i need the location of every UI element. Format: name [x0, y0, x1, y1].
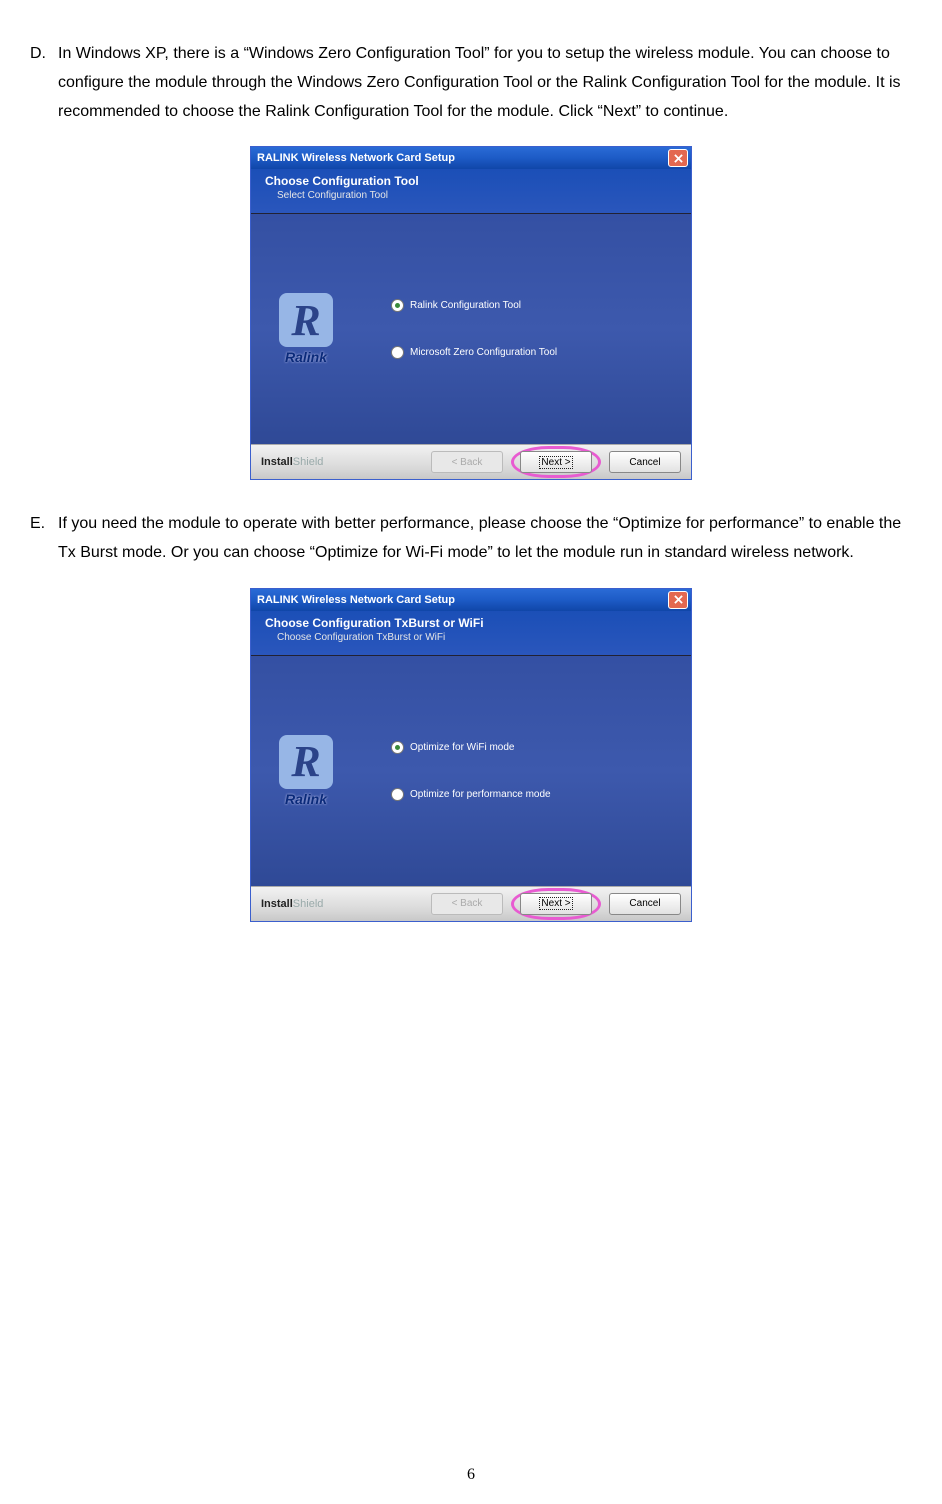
cancel-button[interactable]: Cancel [609, 893, 681, 915]
radio-options: Ralink Configuration Tool Microsoft Zero… [361, 214, 691, 444]
radio-icon[interactable] [391, 346, 404, 359]
radio-label: Microsoft Zero Configuration Tool [410, 347, 557, 358]
radio-options: Optimize for WiFi mode Optimize for perf… [361, 656, 691, 886]
titlebar[interactable]: RALINK Wireless Network Card Setup [251, 147, 691, 169]
radio-icon[interactable] [391, 788, 404, 801]
back-button: < Back [431, 451, 503, 473]
dialog-body: R Ralink Ralink Configuration Tool Micro… [251, 214, 691, 444]
dialog-header-subtitle: Choose Configuration TxBurst or WiFi [277, 632, 681, 643]
window-title: RALINK Wireless Network Card Setup [257, 152, 455, 164]
button-group: < Back Next > Cancel [431, 446, 681, 478]
highlight-annotation: Next > [511, 888, 601, 920]
ralink-logo-icon: R [279, 293, 333, 347]
cancel-button[interactable]: Cancel [609, 451, 681, 473]
brand-text: Ralink [285, 349, 327, 365]
button-group: < Back Next > Cancel [431, 888, 681, 920]
installer-dialog[interactable]: RALINK Wireless Network Card Setup Choos… [250, 588, 692, 922]
radio-option[interactable]: Microsoft Zero Configuration Tool [391, 346, 691, 359]
next-button-label: Next > [539, 456, 572, 469]
figure-dialog-1: RALINK Wireless Network Card Setup Choos… [30, 146, 912, 480]
step-d: D. In Windows XP, there is a “Windows Ze… [30, 40, 912, 126]
dialog-header-subtitle: Select Configuration Tool [277, 190, 681, 201]
step-marker: E. [30, 510, 58, 568]
close-icon[interactable] [668, 149, 688, 167]
dialog-header: Choose Configuration TxBurst or WiFi Cho… [251, 611, 691, 656]
radio-option[interactable]: Optimize for performance mode [391, 788, 691, 801]
brand-grey: Shield [293, 456, 324, 468]
installershield-brand: InstallShield [261, 456, 323, 468]
brand-column: R Ralink [251, 214, 361, 444]
dialog-header-title: Choose Configuration Tool [265, 174, 681, 188]
next-button[interactable]: Next > [520, 893, 592, 915]
step-text: If you need the module to operate with b… [58, 510, 912, 568]
brand-column: R Ralink [251, 656, 361, 886]
dialog-footer: InstallShield < Back Next > Cancel [251, 886, 691, 921]
close-icon[interactable] [668, 591, 688, 609]
dialog-body: R Ralink Optimize for WiFi mode Optimize… [251, 656, 691, 886]
radio-icon[interactable] [391, 741, 404, 754]
radio-icon[interactable] [391, 299, 404, 312]
installer-dialog[interactable]: RALINK Wireless Network Card Setup Choos… [250, 146, 692, 480]
ralink-logo-icon: R [279, 735, 333, 789]
page-number: 6 [0, 1466, 942, 1484]
highlight-annotation: Next > [511, 446, 601, 478]
brand-bold: Install [261, 898, 293, 910]
titlebar[interactable]: RALINK Wireless Network Card Setup [251, 589, 691, 611]
dialog-header-title: Choose Configuration TxBurst or WiFi [265, 616, 681, 630]
window-title: RALINK Wireless Network Card Setup [257, 594, 455, 606]
dialog-footer: InstallShield < Back Next > Cancel [251, 444, 691, 479]
radio-label: Optimize for WiFi mode [410, 742, 514, 753]
back-button: < Back [431, 893, 503, 915]
installershield-brand: InstallShield [261, 898, 323, 910]
next-button[interactable]: Next > [520, 451, 592, 473]
step-marker: D. [30, 40, 58, 126]
next-button-label: Next > [539, 897, 572, 910]
radio-option[interactable]: Ralink Configuration Tool [391, 299, 691, 312]
dialog-header: Choose Configuration Tool Select Configu… [251, 169, 691, 214]
brand-bold: Install [261, 456, 293, 468]
brand-text: Ralink [285, 791, 327, 807]
radio-option[interactable]: Optimize for WiFi mode [391, 741, 691, 754]
figure-dialog-2: RALINK Wireless Network Card Setup Choos… [30, 588, 912, 922]
step-text: In Windows XP, there is a “Windows Zero … [58, 40, 912, 126]
step-e: E. If you need the module to operate wit… [30, 510, 912, 568]
radio-label: Ralink Configuration Tool [410, 300, 521, 311]
brand-grey: Shield [293, 898, 324, 910]
radio-label: Optimize for performance mode [410, 789, 551, 800]
